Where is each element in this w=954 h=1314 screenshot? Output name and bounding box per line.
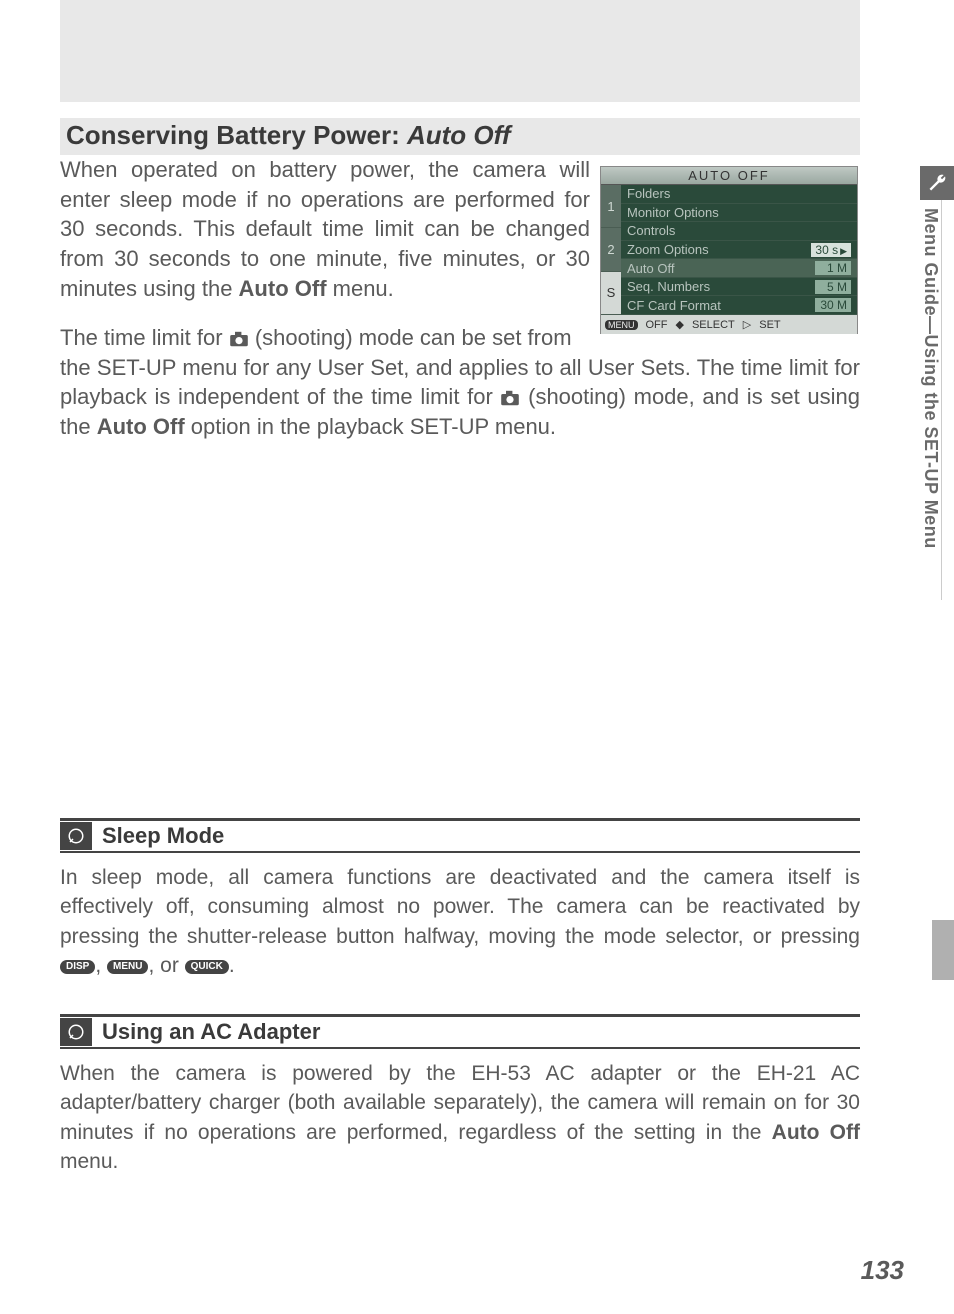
quick-button-icon: QUICK [185, 960, 229, 974]
note-icon [60, 822, 92, 850]
menu-footer-set: SET [759, 319, 780, 331]
callout1-sep1: , [95, 954, 107, 977]
menu-item-controls: Controls [621, 222, 857, 241]
menu-footer-set-icon: ▷ [743, 318, 751, 331]
para2-line1-a: The time limit for [60, 325, 229, 350]
callout-body: When the camera is powered by the EH-53 … [60, 1049, 860, 1177]
menu-item-monitor: Monitor Options [621, 204, 857, 223]
menu-body: 1 2 S Folders Monitor Options Controls Z… [601, 185, 857, 315]
camera-icon [500, 384, 520, 400]
menu-item-value: 1 M [815, 261, 851, 275]
menu-tab-s: S [601, 272, 621, 315]
menu-sidebar: 1 2 S [601, 185, 621, 315]
menu-tab-2: 2 [601, 228, 621, 271]
callout2-bold: Auto Off [772, 1121, 860, 1144]
camera-icon [229, 325, 249, 341]
callout1-sep2: , or [148, 954, 184, 977]
menu-footer-menu-btn: MENU [605, 320, 638, 330]
section-heading: Conserving Battery Power: Auto Off [60, 118, 860, 155]
heading-em: Auto Off [407, 120, 511, 150]
callout2-text-b: menu. [60, 1150, 118, 1173]
menu-item-value: 5 M [815, 280, 851, 294]
para2-bold: Auto Off [97, 414, 185, 439]
para1-bold: Auto Off [239, 276, 327, 301]
para2-line1-b: (shooting) mode can be set from [255, 325, 572, 350]
page-number: 133 [861, 1255, 904, 1286]
menu-title: AUTO OFF [601, 167, 857, 185]
callout-title: Sleep Mode [102, 821, 224, 851]
callout-header: Sleep Mode [60, 818, 860, 853]
menu-button-icon: MENU [107, 960, 148, 974]
para1-text-b: menu. [327, 276, 394, 301]
menu-item-value: 30 s [811, 243, 851, 257]
menu-item-label: Controls [627, 223, 675, 238]
menu-footer-select-icon: ◆ [676, 318, 684, 331]
menu-item-seqnum: Seq. Numbers 5 M [621, 278, 857, 297]
menu-item-label: Seq. Numbers [627, 279, 710, 294]
menu-tab-1: 1 [601, 185, 621, 228]
camera-menu-screenshot: AUTO OFF 1 2 S Folders Monitor Options C… [600, 166, 858, 334]
menu-item-cfformat: CF Card Format 30 M [621, 296, 857, 315]
para2-rest-c: option in the playback SET-UP menu. [185, 414, 556, 439]
heading-text: Conserving Battery Power: [66, 120, 407, 150]
menu-item-autooff: Auto Off 1 M [621, 259, 857, 278]
callout2-text-a: When the camera is powered by the EH-53 … [60, 1062, 860, 1144]
side-tab: Menu Guide—Using the SET-UP Menu [920, 166, 954, 606]
callout-sleep-mode: Sleep Mode In sleep mode, all camera fun… [60, 818, 860, 981]
menu-item-label: Folders [627, 186, 670, 201]
menu-footer: MENU OFF ◆ SELECT ▷ SET [601, 315, 857, 334]
detail-paragraph: The time limit for (shooting) mode can b… [60, 323, 860, 442]
menu-item-label: Zoom Options [627, 242, 709, 257]
side-tab-label: Menu Guide—Using the SET-UP Menu [920, 200, 942, 600]
callout-ac-adapter: Using an AC Adapter When the camera is p… [60, 1014, 860, 1177]
callout-header: Using an AC Adapter [60, 1014, 860, 1049]
callout-body: In sleep mode, all camera functions are … [60, 853, 860, 981]
menu-item-folders: Folders [621, 185, 857, 204]
scroll-indicator [932, 920, 954, 980]
disp-button-icon: DISP [60, 960, 95, 974]
callout1-text-b: . [229, 954, 235, 977]
menu-item-label: Auto Off [627, 261, 674, 276]
menu-item-label: CF Card Format [627, 298, 721, 313]
callout-title: Using an AC Adapter [102, 1017, 320, 1047]
menu-item-value: 30 M [815, 298, 851, 312]
menu-item-zoom: Zoom Options 30 s [621, 241, 857, 260]
callout1-text-a: In sleep mode, all camera functions are … [60, 866, 860, 948]
menu-footer-off: OFF [646, 319, 668, 331]
note-icon [60, 1018, 92, 1046]
menu-list: Folders Monitor Options Controls Zoom Op… [621, 185, 857, 315]
header-gray-block [60, 0, 860, 102]
wrench-icon [920, 166, 954, 200]
menu-item-label: Monitor Options [627, 205, 719, 220]
intro-paragraph: When operated on battery power, the came… [60, 155, 590, 303]
menu-footer-select: SELECT [692, 319, 735, 331]
